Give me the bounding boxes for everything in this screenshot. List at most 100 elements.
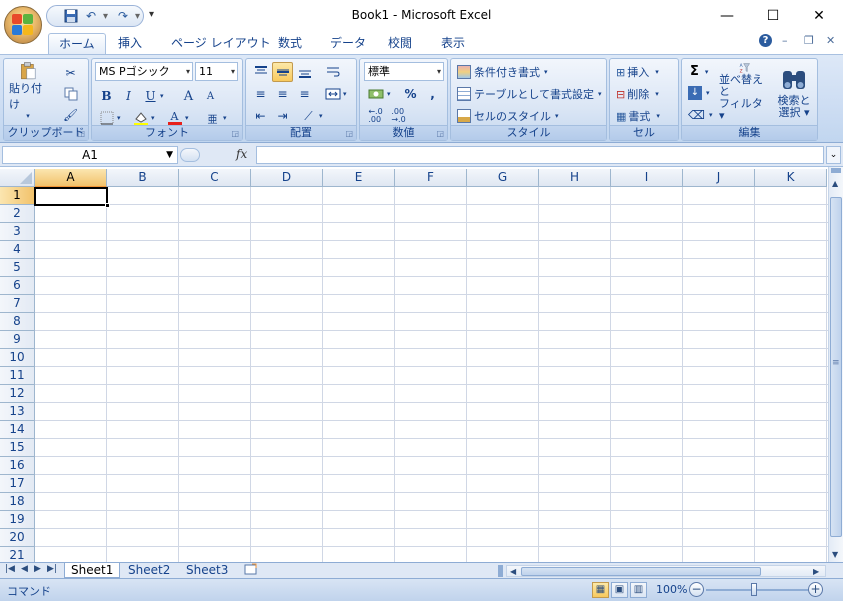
format-painter-icon[interactable]: 🖌 [60,105,81,125]
vertical-scrollbar[interactable]: ▲ ≡ ▼ [828,167,843,562]
conditional-formatting-button[interactable]: 条件付き書式 ▾ [457,64,548,80]
align-middle-icon[interactable] [272,62,293,82]
cut-icon[interactable]: ✂ [60,63,81,83]
row-header[interactable]: 6 [0,277,35,295]
prev-sheet-icon[interactable]: ◀ [21,564,28,574]
bold-button[interactable]: B [96,86,117,106]
number-format-combo[interactable]: 標準 ▾ [364,62,444,81]
align-right-icon[interactable]: ≡ [294,84,315,104]
align-center-icon[interactable]: ≡ [272,84,293,104]
tab-review[interactable]: 校閲 [378,33,422,54]
insert-cells-button[interactable]: ⊞ 挿入 ▾ [616,64,659,80]
row-header[interactable]: 17 [0,475,35,493]
align-top-icon[interactable] [250,62,271,82]
row-header[interactable]: 2 [0,205,35,223]
fill-handle[interactable] [105,203,110,208]
active-cell[interactable] [34,187,110,208]
zoom-in-icon[interactable]: + [808,582,823,597]
chevron-down-icon[interactable]: ▼ [166,147,173,163]
zoom-level[interactable]: 100% [656,583,687,596]
column-header[interactable]: I [611,169,683,187]
insert-function-button[interactable]: fx [236,147,247,161]
grow-font-button[interactable]: A [178,86,199,106]
row-header[interactable]: 3 [0,223,35,241]
percent-button[interactable]: % [400,84,421,104]
scroll-left-icon[interactable]: ◀ [510,567,516,576]
row-header[interactable]: 4 [0,241,35,259]
select-all-button[interactable] [0,169,35,187]
tab-view[interactable]: 表示 [431,33,475,54]
tab-page-layout[interactable]: ページ レイアウト [161,33,281,54]
row-header[interactable]: 7 [0,295,35,313]
next-sheet-icon[interactable]: ▶ [34,564,41,574]
column-header[interactable]: D [251,169,323,187]
column-header[interactable]: E [323,169,395,187]
horizontal-scroll-thumb[interactable] [521,567,761,576]
number-launcher-icon[interactable]: ◲ [436,129,444,138]
row-header[interactable]: 9 [0,331,35,349]
currency-icon[interactable] [365,84,386,104]
zoom-slider-thumb[interactable] [751,583,757,596]
name-box[interactable]: A1 ▼ [2,146,178,164]
row-header[interactable]: 19 [0,511,35,529]
delete-cells-button[interactable]: ⊟ 削除 ▾ [616,86,659,102]
formula-input[interactable] [256,146,824,164]
clipboard-launcher-icon[interactable]: ◲ [77,129,85,138]
row-header[interactable]: 8 [0,313,35,331]
page-break-preview-icon[interactable]: ▥ [630,582,647,598]
font-name-combo[interactable]: MS Pゴシック ▾ [95,62,193,81]
tab-insert[interactable]: 挿入 [108,33,152,54]
horizontal-scrollbar[interactable]: ◀ ▶ [506,565,826,577]
shrink-font-button[interactable]: A [200,86,221,106]
sheet-tab[interactable]: Sheet3 [180,563,234,578]
column-header[interactable]: G [467,169,539,187]
sheet-tab[interactable]: Sheet2 [122,563,176,578]
workbook-restore-button[interactable]: ❐ [804,34,814,47]
row-header[interactable]: 15 [0,439,35,457]
worksheet-grid[interactable]: A B C D E F G H I J K 1 2 3 4 5 6 7 8 9 10 11 12 13 14 15 16 17 18 19… [0,169,828,562]
merge-center-icon[interactable] [322,84,343,104]
row-header[interactable]: 10 [0,349,35,367]
split-box[interactable] [831,168,841,173]
column-header[interactable]: B [107,169,179,187]
merge-dropdown-icon[interactable]: ▾ [343,90,347,98]
wrap-text-icon[interactable] [322,62,343,82]
fill-button[interactable]: ↓ ▾ [688,86,710,100]
align-bottom-icon[interactable] [294,62,315,82]
tab-home[interactable]: ホーム [48,33,106,54]
font-launcher-icon[interactable]: ◲ [231,129,239,138]
row-header[interactable]: 1 [0,187,35,205]
row-header[interactable]: 13 [0,403,35,421]
sheet-tab[interactable]: Sheet1 [64,563,121,578]
row-header[interactable]: 21 [0,547,35,562]
copy-icon[interactable] [60,84,81,104]
phonetic-dropdown-icon[interactable]: ▾ [223,114,227,122]
sort-filter-button[interactable]: AZ 並べ替えと フィルタ ▾ [718,61,770,123]
row-header[interactable]: 12 [0,385,35,403]
tab-split-handle[interactable] [498,565,503,577]
paste-button[interactable]: 貼り付け ▾ [8,61,48,121]
first-sheet-icon[interactable]: |◀ [5,564,15,574]
tab-data[interactable]: データ [320,33,376,54]
workbook-close-button[interactable]: ✕ [826,34,835,47]
increase-decimal-icon[interactable]: ←.0.00 [365,106,386,126]
italic-button[interactable]: I [118,86,139,106]
alignment-launcher-icon[interactable]: ◲ [345,129,353,138]
office-button[interactable] [4,6,42,44]
tab-formulas[interactable]: 数式 [268,33,312,54]
borders-dropdown-icon[interactable]: ▾ [117,114,121,122]
expand-formula-bar-button[interactable]: ⌄ [826,146,841,164]
underline-dropdown-icon[interactable]: ▾ [160,92,164,100]
autosum-button[interactable]: Σ ▾ [690,64,708,79]
orientation-dropdown-icon[interactable]: ▾ [319,112,323,120]
row-header[interactable]: 11 [0,367,35,385]
zoom-out-icon[interactable]: − [689,582,704,597]
column-header[interactable]: F [395,169,467,187]
decrease-decimal-icon[interactable]: .00 →.0 [388,106,409,126]
maximize-button[interactable]: ☐ [750,0,796,31]
zoom-slider-track[interactable] [706,589,808,591]
decrease-indent-icon[interactable]: ⇤ [250,106,271,126]
column-header[interactable]: K [755,169,827,187]
increase-indent-icon[interactable]: ⇥ [272,106,293,126]
insert-sheet-icon[interactable] [238,563,264,578]
